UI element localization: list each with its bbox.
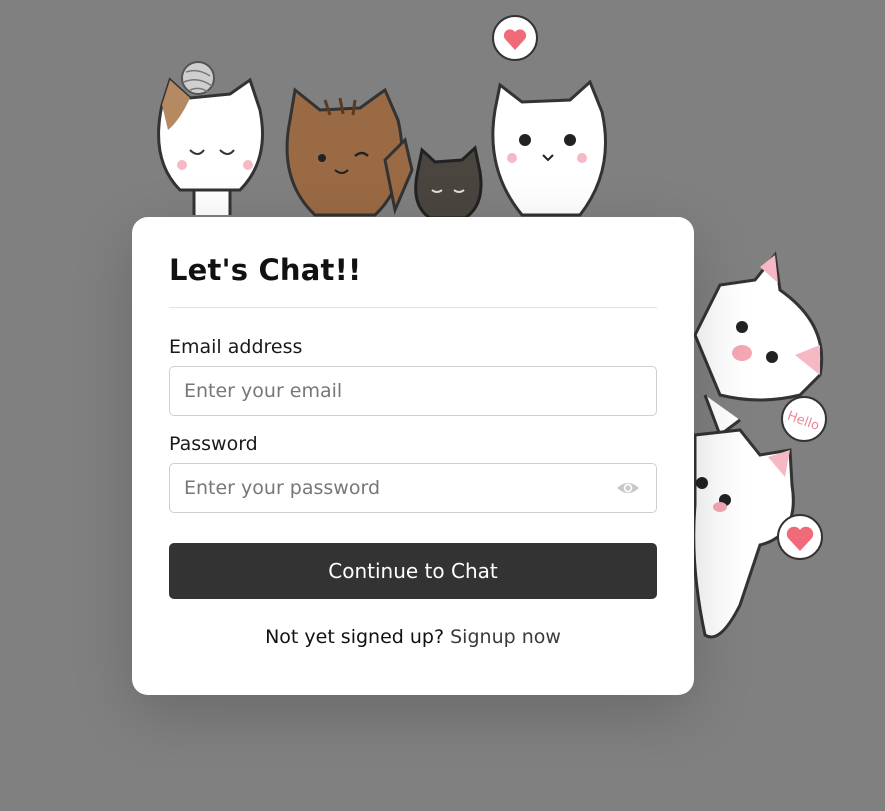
page-background: Hello Let's Chat!! Email address Passwor… bbox=[0, 0, 885, 811]
heart-bubble-icon bbox=[492, 15, 538, 61]
continue-to-chat-button[interactable]: Continue to Chat bbox=[169, 543, 657, 599]
email-label: Email address bbox=[169, 336, 303, 358]
cat-white bbox=[491, 79, 608, 217]
cat-brown bbox=[285, 87, 414, 217]
title-divider bbox=[169, 307, 657, 308]
email-field[interactable] bbox=[169, 366, 657, 416]
cats-illustration-top bbox=[157, 15, 608, 220]
cat-dark bbox=[414, 145, 483, 220]
signup-prompt: Not yet signed up? Signup now bbox=[169, 626, 657, 648]
password-field[interactable] bbox=[169, 463, 657, 513]
login-card: Let's Chat!! Email address Password Cont… bbox=[132, 217, 694, 695]
signup-prompt-text: Not yet signed up? bbox=[265, 626, 445, 648]
cats-illustration-side: Hello bbox=[692, 251, 827, 639]
cat-white-brown bbox=[157, 77, 264, 215]
heart-icon bbox=[777, 514, 823, 560]
eye-icon[interactable] bbox=[616, 478, 640, 498]
page-title: Let's Chat!! bbox=[169, 253, 362, 287]
password-label: Password bbox=[169, 433, 258, 455]
signup-link[interactable]: Signup now bbox=[450, 626, 561, 648]
email-field-wrapper bbox=[169, 366, 657, 416]
hello-bubble: Hello bbox=[781, 396, 827, 442]
password-field-wrapper bbox=[169, 463, 657, 513]
